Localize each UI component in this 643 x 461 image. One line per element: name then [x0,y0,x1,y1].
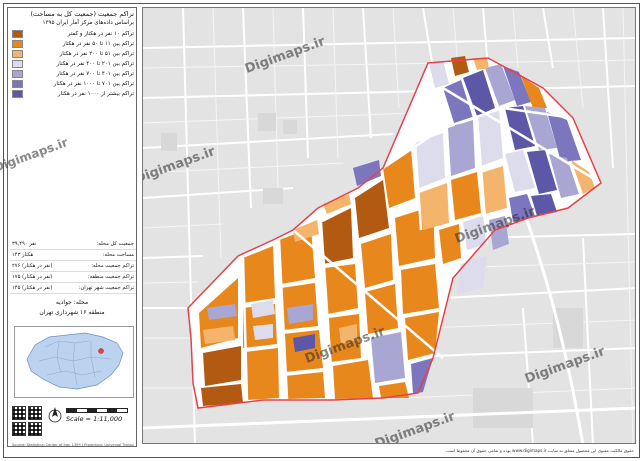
parcel[interactable] [245,348,279,400]
parcel[interactable] [448,120,475,176]
parcel[interactable] [203,346,241,386]
stat-label: جمعیت کل محله: [96,241,134,247]
qr-code-1 [12,406,26,420]
stat-label: تراکم جمعیت منطقه: [87,274,134,280]
stat-row: ۱۷۵ (نفر در هکتار) تراکم جمعیت منطقه: [10,273,136,283]
legend-title: تراکم جمعیت (جمعیت کل به مساحت) [30,10,134,18]
legend-swatch [12,40,23,48]
parcel[interactable] [401,264,439,314]
credit-text: Source: Statistical Center of Iran 1395 … [12,443,134,447]
locator-map [14,326,134,398]
legend-swatch [12,50,23,58]
stat-value: ۱۷۵ (نفر در هکتار) [12,274,53,280]
legend-item: تراکم ۱۰ نفر در هکتار و کمتر [10,30,136,38]
legend-item: تراکم بین ۱۱ تا ۵۰ نفر در هکتار [10,40,136,48]
legend-item: تراکم بین ۷۰۱ تا ۱۰۰۰ نفر در هکتار [10,80,136,88]
locator-marker [98,348,104,354]
stat-value: ۱۴۳ هکتار [12,252,34,258]
legend-label: تراکم بین ۴۰۱ تا ۷۰۰ نفر در هکتار [56,71,134,77]
scale-label: Scale = 1:11,000 [66,415,123,423]
legend-item: تراکم بین ۴۰۱ تا ۷۰۰ نفر در هکتار [10,70,136,78]
map-area[interactable]: Digimaps.ir Digimaps.ir Digimaps.ir Digi… [142,7,636,444]
legend-label: تراکم بیشتر از ۱۰۰۰ نفر در هکتار [57,91,134,97]
north-arrow-icon [48,407,62,423]
parcel[interactable] [285,372,325,399]
legend-swatch [12,30,23,38]
legend-label: تراکم بین ۲۰۱ تا ۴۰۰ نفر در هکتار [56,61,134,67]
legend-label: تراکم بین ۷۰۱ تا ۱۰۰۰ نفر در هکتار [53,81,134,87]
stat-row: ۲۷۶ (نفر در هکتار) تراکم جمعیت محله: [10,262,136,272]
legend-panel: تراکم جمعیت (جمعیت کل به مساحت) براساس د… [7,7,137,447]
stat-label: مساحت محله: [102,252,134,258]
stat-value: ۱۴۵ (نفر در هکتار) [12,285,53,291]
legend-label: تراکم ۱۰ نفر در هکتار و کمتر [67,31,134,37]
legend-swatch [12,70,23,78]
district-name: منطقه ۱۶ شهرداری تهران [39,309,105,316]
legend-subtitle: براساس داده‌های مرکز آمار ایران ۱۳۹۵ [42,20,135,26]
stat-label: تراکم جمعیت محله: [91,263,134,269]
legend-swatch [12,80,23,88]
qr-code-3 [12,422,26,436]
stat-value: ۳۹,۴۹۰ نفر [12,241,37,247]
stat-row: ۳۹,۴۹۰ نفر جمعیت کل محله: [10,240,136,250]
legend-label: تراکم بین ۱۱ تا ۵۰ نفر در هکتار [62,41,134,47]
parcel[interactable] [333,360,373,399]
stat-row: ۱۴۵ (نفر در هکتار) تراکم جمعیت شهر تهران: [10,284,136,294]
legend-label: تراکم بین ۵۱ تا ۲۰۰ نفر در هکتار [59,51,134,57]
legend-item: تراکم بین ۵۱ تا ۲۰۰ نفر در هکتار [10,50,136,58]
legend-item: تراکم بین ۲۰۱ تا ۴۰۰ نفر در هکتار [10,60,136,68]
parcel[interactable] [451,172,481,220]
legend-swatch [12,60,23,68]
legend-item: تراکم بیشتر از ۱۰۰۰ نفر در هکتار [10,90,136,98]
scale-bar [66,408,128,413]
stat-value: ۲۷۶ (نفر در هکتار) [12,263,53,269]
qr-code-2 [28,406,42,420]
copyright-footer: حقوق مالکیت معنوی این محصول متعلق به سای… [445,448,634,453]
stat-row: ۱۴۳ هکتار مساحت محله: [10,251,136,261]
parcel[interactable] [253,324,273,340]
legend-swatch [12,90,23,98]
stat-label: تراکم جمعیت شهر تهران: [78,285,134,291]
neighborhood-name: محله: جوادیه [55,299,89,306]
qr-code-4 [28,422,42,436]
